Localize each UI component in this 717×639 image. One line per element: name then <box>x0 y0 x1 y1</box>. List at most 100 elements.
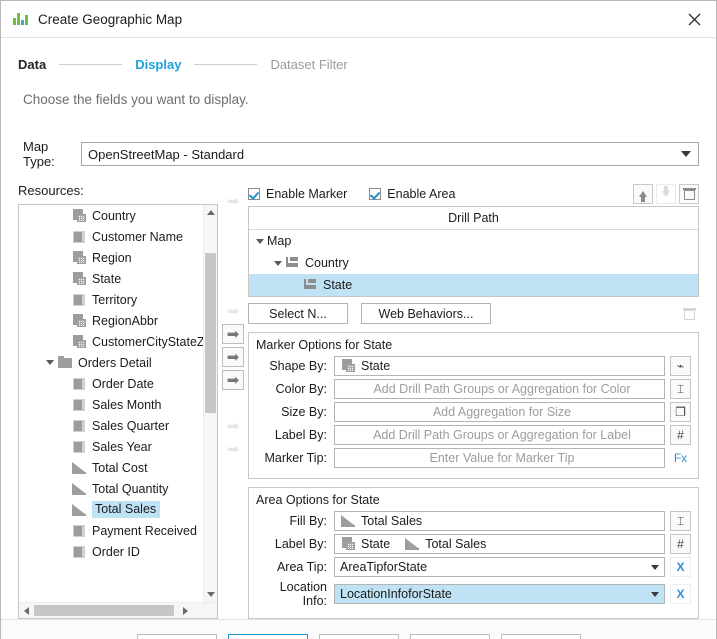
web-behaviors-button[interactable]: Web Behaviors... <box>361 303 491 324</box>
resource-item[interactable]: Order Date <box>19 373 204 394</box>
resources-panel: Resources: Country Customer Name Region Sta… <box>18 183 218 619</box>
option-label: Area Tip: <box>256 560 334 574</box>
option-field[interactable]: Enter Value for Marker Tip <box>334 448 665 468</box>
resource-item[interactable]: Total Cost <box>19 457 204 478</box>
shape-options-icon[interactable]: ⌁ <box>670 356 691 376</box>
number-format-icon[interactable]: # <box>670 425 691 445</box>
vertical-scroll-thumb[interactable] <box>205 253 216 413</box>
enable-marker-checkbox[interactable] <box>248 188 260 200</box>
option-combo[interactable]: AreaTipforState <box>334 557 665 577</box>
geo-field-icon <box>71 314 88 328</box>
map-type-value: OpenStreetMap - Standard <box>88 147 244 162</box>
transfer-arrow-label-by[interactable]: ➡ <box>222 347 244 367</box>
scroll-right-icon[interactable] <box>178 603 193 618</box>
resource-item[interactable]: Sales Quarter <box>19 415 204 436</box>
finish-button[interactable]: Finish <box>319 634 399 639</box>
formula-icon[interactable]: Fx <box>670 448 691 468</box>
drill-path-row[interactable]: Map <box>249 230 698 252</box>
resource-item[interactable]: RegionAbbr <box>19 310 204 331</box>
close-icon[interactable] <box>672 2 716 37</box>
transfer-arrow-size-by[interactable]: ➡ <box>222 324 244 344</box>
step-display[interactable]: Display <box>135 57 181 72</box>
resource-item[interactable]: CustomerCityStateZip <box>19 331 204 352</box>
size-copy-icon[interactable]: ❐ <box>670 402 691 422</box>
tree-expander-icon[interactable] <box>271 261 285 266</box>
color-picker-icon[interactable]: ⌶ <box>670 511 691 531</box>
resource-item[interactable]: Region <box>19 247 204 268</box>
transfer-arrow-area-label[interactable]: ➡ <box>222 416 244 436</box>
enable-area-checkbox[interactable] <box>369 188 381 200</box>
transfer-arrow-area-tip[interactable]: ➡ <box>222 439 244 459</box>
resources-label: Resources: <box>18 183 218 198</box>
resource-item[interactable]: Orders Detail <box>19 352 204 373</box>
clear-location-info-icon[interactable]: X <box>670 584 691 604</box>
resources-tree[interactable]: Country Customer Name Region StateTerritory… <box>18 204 218 619</box>
delete-drill-level-button[interactable] <box>679 184 699 204</box>
resource-item-label: Orders Detail <box>78 356 152 370</box>
drill-path-buttons: Select N... Web Behaviors... <box>248 303 699 324</box>
move-down-button[interactable] <box>656 184 676 204</box>
arrow-right-icon: ➡ <box>227 194 240 209</box>
step-dataset-filter[interactable]: Dataset Filter <box>270 57 347 72</box>
resource-item[interactable]: Territory <box>19 289 204 310</box>
drill-path-row[interactable]: Country <box>249 252 698 274</box>
back-button[interactable]: Back <box>137 634 217 639</box>
drill-path-row[interactable]: State <box>249 274 698 296</box>
resource-item[interactable]: Total Sales <box>19 499 204 520</box>
option-placeholder: Add Drill Path Groups or Aggregation for… <box>373 382 630 396</box>
resource-item-label: Sales Year <box>92 440 152 454</box>
resource-item[interactable]: State <box>19 268 204 289</box>
color-picker-icon[interactable]: ⌶ <box>670 379 691 399</box>
arrow-right-icon: ➡ <box>227 327 240 342</box>
delete-behavior-button[interactable] <box>679 304 699 324</box>
next-button[interactable]: Next <box>228 634 308 639</box>
step-divider-2 <box>194 64 257 65</box>
tree-expander-icon[interactable] <box>43 360 57 365</box>
measure-field-icon <box>340 514 357 528</box>
select-node-button[interactable]: Select N... <box>248 303 348 324</box>
help-button[interactable]: Help <box>501 634 581 639</box>
option-field[interactable]: State <box>334 356 665 376</box>
move-up-button[interactable] <box>633 184 653 204</box>
resource-item-label: Total Cost <box>92 461 148 475</box>
dimension-field-icon <box>71 377 88 391</box>
option-combo[interactable]: LocationInfoforState <box>334 584 665 604</box>
scroll-up-icon[interactable] <box>204 205 217 220</box>
resource-item[interactable]: Payment Received <box>19 520 204 541</box>
option-field[interactable]: Total Sales <box>334 511 665 531</box>
resources-vertical-scrollbar[interactable] <box>203 205 217 602</box>
resource-item-label: Total Quantity <box>92 482 168 496</box>
clear-area-tip-icon[interactable]: X <box>670 557 691 577</box>
resources-horizontal-scrollbar[interactable] <box>19 602 217 618</box>
map-type-select[interactable]: OpenStreetMap - Standard <box>81 142 699 166</box>
resource-item[interactable]: Customer Name <box>19 226 204 247</box>
horizontal-scroll-thumb[interactable] <box>34 605 174 616</box>
resource-item[interactable]: Sales Month <box>19 394 204 415</box>
number-format-icon[interactable]: # <box>670 534 691 554</box>
arrow-right-icon: ➡ <box>227 419 240 434</box>
resource-item[interactable]: Country <box>19 205 204 226</box>
resource-item[interactable]: Total Quantity <box>19 478 204 499</box>
drill-path-toolbar <box>633 184 699 204</box>
transfer-arrow-fill-by[interactable]: ➡ <box>222 370 244 390</box>
drill-path-header: Drill Path <box>249 207 698 230</box>
resource-item-label: Order ID <box>92 545 140 559</box>
scroll-down-icon[interactable] <box>204 587 217 602</box>
resource-item-label: Region <box>92 251 132 265</box>
resource-item[interactable]: Sales Year <box>19 436 204 457</box>
cancel-button[interactable]: Cancel <box>410 634 490 639</box>
step-data[interactable]: Data <box>18 57 46 72</box>
option-field[interactable]: StateTotal Sales <box>334 534 665 554</box>
option-field[interactable]: Add Drill Path Groups or Aggregation for… <box>334 425 665 445</box>
tree-expander-icon[interactable] <box>253 239 267 244</box>
option-field[interactable]: Add Drill Path Groups or Aggregation for… <box>334 379 665 399</box>
transfer-arrow-color-by[interactable]: ➡ <box>222 301 244 321</box>
resource-item-label: Country <box>92 209 136 223</box>
option-row: Marker Tip:Enter Value for Marker TipFx <box>256 448 691 468</box>
transfer-arrow-shape-by[interactable]: ➡ <box>222 191 244 211</box>
measure-field-icon <box>71 482 88 496</box>
resource-item[interactable]: Order ID <box>19 541 204 562</box>
option-field[interactable]: Add Aggregation for Size <box>334 402 665 422</box>
arrow-right-icon: ➡ <box>227 442 240 457</box>
scroll-left-icon[interactable] <box>19 603 34 618</box>
